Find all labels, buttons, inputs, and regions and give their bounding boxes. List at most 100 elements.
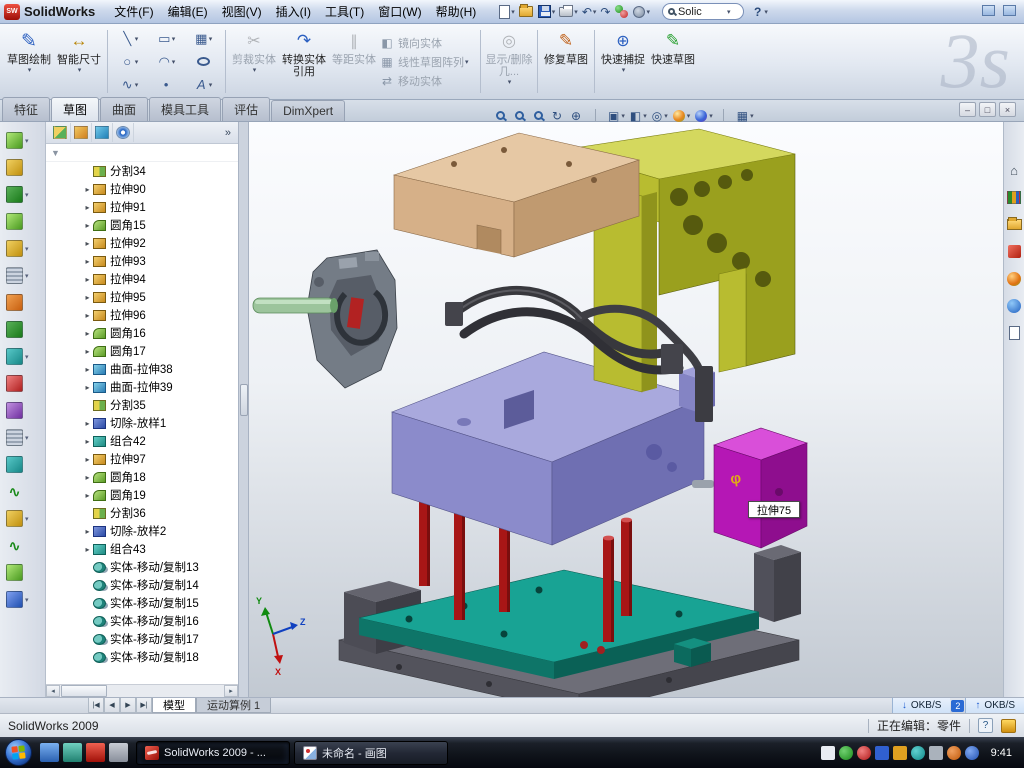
small-insert-part[interactable]: [674, 638, 711, 667]
scene-button[interactable]: [1006, 297, 1023, 314]
left-toolbar-button[interactable]: [0, 208, 45, 235]
panel-splitter[interactable]: [239, 122, 249, 697]
menu-item[interactable]: 帮助(H): [429, 0, 484, 23]
stop-block-part[interactable]: [754, 545, 801, 622]
rapid-sketch-button[interactable]: ✎ 快速草图: [648, 26, 698, 97]
tree-item[interactable]: 实体-移动/复制14: [46, 576, 238, 594]
tray-icon[interactable]: [929, 746, 943, 760]
tab-nav-button[interactable]: ▶: [120, 698, 136, 713]
tree-item[interactable]: ▸ 切除-放样1: [46, 414, 238, 432]
tray-icon[interactable]: [875, 746, 889, 760]
tray-icon[interactable]: [857, 746, 871, 760]
task-button[interactable]: SolidWorks 2009 - ...: [136, 741, 290, 765]
tree-item[interactable]: 分割35: [46, 396, 238, 414]
status-tag-icon[interactable]: [1001, 719, 1016, 733]
tab-nav-button[interactable]: ▶|: [136, 698, 152, 713]
appearances-button[interactable]: [1006, 270, 1023, 287]
pan-view-button[interactable]: ⊕: [568, 106, 586, 125]
tab-nav-button[interactable]: ◀: [104, 698, 120, 713]
status-help-icon[interactable]: ?: [978, 718, 993, 733]
sketch-pattern-tool-button[interactable]: ▦ ▾: [185, 27, 222, 50]
model-tab[interactable]: 模型: [152, 698, 196, 713]
offset-entities-button[interactable]: ∥ 等距实体: [329, 26, 379, 97]
hide-show-items-button[interactable]: ◎ ▾: [650, 106, 670, 125]
propertymanager-tab[interactable]: [71, 123, 92, 142]
minimize-button[interactable]: –: [959, 102, 976, 117]
quick-snaps-button[interactable]: ⊕ 快速捕捉 ▾: [598, 26, 648, 97]
tree-item[interactable]: ▸ 拉伸92: [46, 234, 238, 252]
close-button[interactable]: ×: [999, 102, 1016, 117]
tree-item[interactable]: ▸ 拉伸91: [46, 198, 238, 216]
expand-arrow-icon[interactable]: ▸: [82, 527, 93, 536]
left-toolbar-button[interactable]: [0, 370, 45, 397]
expand-arrow-icon[interactable]: ▸: [82, 311, 93, 320]
tree-item[interactable]: ▸ 拉伸96: [46, 306, 238, 324]
convert-entities-button[interactable]: ↷ 转换实体引用: [279, 26, 329, 97]
edit-appearance-button[interactable]: ▾: [671, 106, 693, 125]
expand-arrow-icon[interactable]: ▸: [82, 491, 93, 500]
tray-icon[interactable]: [947, 746, 961, 760]
left-toolbar-button[interactable]: [0, 559, 45, 586]
window-switcher-button[interactable]: [63, 743, 82, 762]
print-document-button[interactable]: ▾: [557, 2, 580, 22]
tree-item[interactable]: ▸ 圆角17: [46, 342, 238, 360]
left-toolbar-button[interactable]: ▾: [0, 127, 45, 154]
panel-chevron[interactable]: »: [225, 127, 234, 139]
tree-item[interactable]: ▸ 组合43: [46, 540, 238, 558]
tree-item[interactable]: ▸ 拉伸93: [46, 252, 238, 270]
line-tool-button[interactable]: ╲ ▾: [111, 27, 148, 50]
expand-arrow-icon[interactable]: ▸: [82, 221, 93, 230]
undo-button[interactable]: ↶ ▾: [580, 2, 599, 22]
menu-item[interactable]: 视图(V): [215, 0, 269, 23]
tray-icon[interactable]: [911, 746, 925, 760]
restore-button[interactable]: □: [979, 102, 996, 117]
tree-item[interactable]: ▸ 组合42: [46, 432, 238, 450]
left-toolbar-button[interactable]: ▾: [0, 586, 45, 613]
mirror-entities-button[interactable]: ◧ 镜向实体: [379, 35, 477, 51]
left-toolbar-button[interactable]: [0, 154, 45, 181]
expand-arrow-icon[interactable]: ▸: [82, 419, 93, 428]
expand-arrow-icon[interactable]: ▸: [82, 239, 93, 248]
tree-item[interactable]: ▸ 切除-放样2: [46, 522, 238, 540]
tray-icon[interactable]: [965, 746, 979, 760]
tree-item[interactable]: ▸ 拉伸95: [46, 288, 238, 306]
display-delete-relations-button[interactable]: ◎ 显示/删除几... ▾: [484, 26, 534, 97]
scrollbar-track[interactable]: [108, 685, 224, 697]
graphics-viewport[interactable]: φ: [249, 122, 1003, 697]
design-library-button[interactable]: [1006, 189, 1023, 206]
left-toolbar-button[interactable]: ∿: [0, 532, 45, 559]
command-tab[interactable]: 模具工具: [149, 97, 221, 121]
tree-item[interactable]: ▸ 圆角15: [46, 216, 238, 234]
new-document-button[interactable]: ▾: [497, 2, 517, 22]
tree-item[interactable]: ▸ 曲面-拉伸39: [46, 378, 238, 396]
ellipse-tool-button[interactable]: [185, 50, 222, 73]
arc-tool-button[interactable]: ◠ ▾: [148, 50, 185, 73]
save-document-button[interactable]: ▾: [536, 2, 558, 22]
search-panel-button[interactable]: [1006, 243, 1023, 260]
left-toolbar-button[interactable]: [0, 451, 45, 478]
left-toolbar-button[interactable]: [0, 289, 45, 316]
network-monitor-widget[interactable]: ↓ OKB/S 2 ↑ OKB/S: [892, 698, 1024, 713]
point-tool-button[interactable]: •: [148, 73, 185, 96]
menu-item[interactable]: 编辑(E): [161, 0, 215, 23]
dimxpertmanager-tab[interactable]: [113, 123, 134, 142]
menu-item[interactable]: 工具(T): [318, 0, 371, 23]
command-tab[interactable]: 曲面: [100, 97, 148, 121]
command-tab[interactable]: 特征: [2, 97, 50, 121]
toggle-view-icon[interactable]: [1003, 5, 1016, 16]
command-tab[interactable]: 草图: [51, 97, 99, 121]
left-toolbar-button[interactable]: ▾: [0, 235, 45, 262]
left-toolbar-button[interactable]: ∿: [0, 478, 45, 505]
left-toolbar-button[interactable]: [0, 316, 45, 343]
expand-arrow-icon[interactable]: ▸: [82, 455, 93, 464]
scroll-left-button[interactable]: ◂: [46, 685, 60, 697]
scrollbar-thumb[interactable]: [61, 685, 107, 697]
menu-item[interactable]: 窗口(W): [371, 0, 428, 23]
filter-icon[interactable]: ▼: [51, 148, 60, 158]
open-document-button[interactable]: [517, 2, 536, 22]
tree-item[interactable]: ▸ 曲面-拉伸38: [46, 360, 238, 378]
tree-item[interactable]: 实体-移动/复制16: [46, 612, 238, 630]
custom-properties-button[interactable]: [1006, 324, 1023, 341]
tree-item[interactable]: 实体-移动/复制17: [46, 630, 238, 648]
expand-arrow-icon[interactable]: ▸: [82, 383, 93, 392]
